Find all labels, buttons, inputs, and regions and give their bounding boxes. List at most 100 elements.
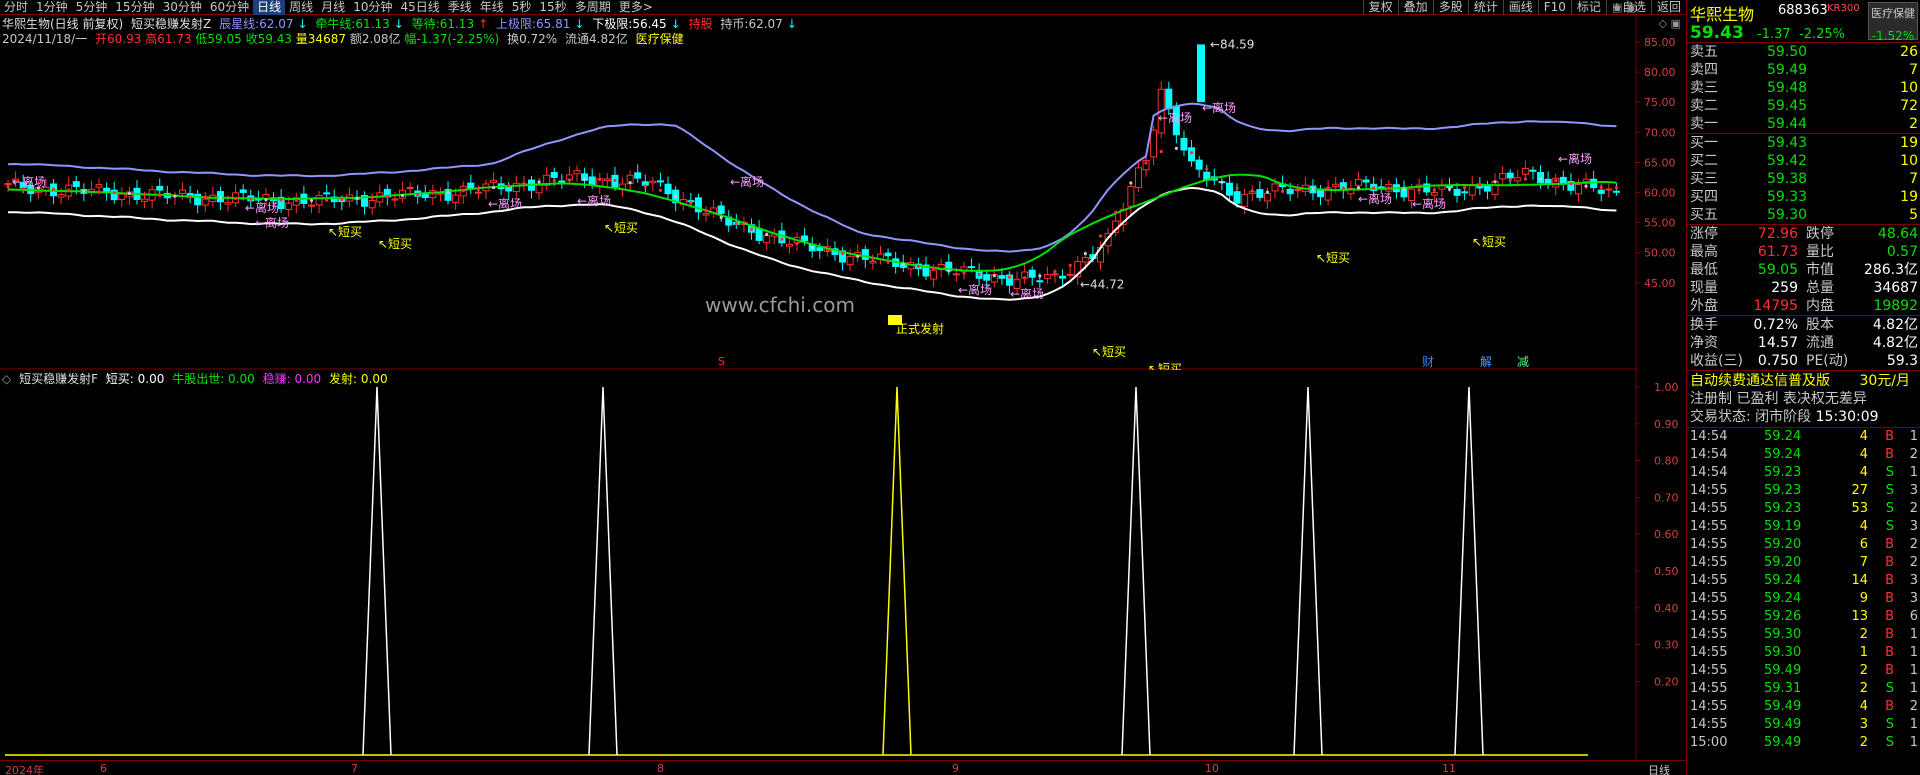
buy-price: 59.42 xyxy=(1767,153,1808,169)
candle-up xyxy=(1574,183,1582,195)
sell-row[interactable]: 卖五 59.50 26 xyxy=(1687,43,1920,61)
candle-down xyxy=(1597,189,1605,194)
sub-indicator-canvas[interactable]: 1.00 0.90 0.80 0.70 0.60 0.50 0.40 0.30 0.20 xyxy=(0,370,1686,760)
max-price-label: ←84.59 xyxy=(1210,37,1254,51)
tool-button-0[interactable]: 复权 xyxy=(1362,0,1398,15)
period-tab-9[interactable]: 10分钟 xyxy=(349,0,396,15)
candle-up xyxy=(763,235,771,244)
tick-side: S xyxy=(1885,519,1894,534)
candle-up xyxy=(4,182,12,185)
xaxis-label: 11 xyxy=(1442,762,1456,775)
ma-dot xyxy=(1614,185,1619,190)
buy-vol: 7 xyxy=(1909,171,1918,187)
signal-bottom: 财 xyxy=(1422,355,1434,369)
tool-button-5[interactable]: F10 xyxy=(1537,0,1571,15)
tool-button-1[interactable]: 叠加 xyxy=(1397,0,1433,15)
sell-row[interactable]: 卖二 59.45 72 xyxy=(1687,97,1920,115)
sell-vol: 72 xyxy=(1900,98,1918,114)
tool-button-8[interactable]: 返回 xyxy=(1650,0,1686,15)
candle-down xyxy=(1286,188,1294,195)
ma-dot xyxy=(1356,186,1361,190)
tick-price: 59.26 xyxy=(1764,609,1802,624)
period-tab-1[interactable]: 1分钟 xyxy=(32,0,72,15)
candle-down xyxy=(1453,188,1461,196)
ma-dot xyxy=(598,177,602,182)
stat-label: 流通 xyxy=(1806,335,1834,351)
tool-button-6[interactable]: 标记 xyxy=(1570,0,1606,15)
ma-dot xyxy=(1326,186,1330,190)
tick-count: 1 xyxy=(1909,627,1918,642)
candle-up xyxy=(315,194,323,206)
buy-row[interactable]: 买四 59.33 19 xyxy=(1687,188,1920,206)
buy-row[interactable]: 买二 59.42 10 xyxy=(1687,152,1920,170)
period-tab-7[interactable]: 周线 xyxy=(285,0,317,15)
label-lichang: ←离场 xyxy=(1358,191,1392,206)
period-tab-10[interactable]: 45日线 xyxy=(396,0,443,15)
candle-down xyxy=(1317,189,1325,198)
sub-indicator-chart[interactable]: ◇ 短买稳赚发射F 短买: 0.00 牛股出世: 0.00 稳赚: 0.00 发… xyxy=(0,370,1686,760)
ma-dot xyxy=(82,189,86,193)
buy-row[interactable]: 买五 59.30 5 xyxy=(1687,206,1920,224)
period-tab-4[interactable]: 30分钟 xyxy=(159,0,206,15)
tick-price: 59.19 xyxy=(1764,519,1802,534)
label-duanmai: ↖短买 xyxy=(1092,345,1126,359)
ma-dot xyxy=(1129,181,1133,185)
promo-box[interactable]: 自动续费通达信普及版 30元/月 注册制 已盈利 表决权无差异 交易状态: 闭市阶… xyxy=(1687,371,1920,428)
sell-label: 卖二 xyxy=(1690,98,1718,114)
period-tab-14[interactable]: 15秒 xyxy=(535,0,570,15)
tick-volume: 2 xyxy=(1859,681,1868,696)
sub-tick-label: 0.40 xyxy=(1654,602,1679,615)
period-tab-13[interactable]: 5秒 xyxy=(508,0,536,15)
tool-button-2[interactable]: 多股 xyxy=(1432,0,1468,15)
buy-row[interactable]: 买三 59.38 7 xyxy=(1687,170,1920,188)
ma-dot xyxy=(1114,210,1118,214)
ma-dot xyxy=(6,184,10,189)
trade-status-label: 交易状态: 闭市阶段 xyxy=(1690,409,1812,425)
candle-down xyxy=(1461,191,1469,194)
period-tab-8[interactable]: 月线 xyxy=(317,0,349,15)
sell-price: 59.48 xyxy=(1767,80,1808,96)
period-tab-16[interactable]: 更多> xyxy=(615,0,657,15)
tick-list[interactable]: 14:54 59.24 4 B 1 14:54 59.24 4 B 2 14:54 59.23 4 S 1 1… xyxy=(1687,428,1920,752)
chart-nav-icons[interactable]: ▣ ▣ xyxy=(1612,1,1636,14)
sub-tick-label: 0.70 xyxy=(1654,491,1679,504)
sub-tick-label: 0.90 xyxy=(1654,418,1679,431)
tool-button-3[interactable]: 统计 xyxy=(1467,0,1503,15)
sell-row[interactable]: 卖一 59.44 2 xyxy=(1687,115,1920,133)
period-tab-11[interactable]: 季线 xyxy=(444,0,476,15)
period-tab-2[interactable]: 5分钟 xyxy=(72,0,112,15)
ma-dot xyxy=(491,186,496,190)
sell-row[interactable]: 卖三 59.48 10 xyxy=(1687,79,1920,97)
period-tab-6[interactable]: 日线 xyxy=(253,0,286,15)
ma-dot xyxy=(689,201,693,205)
stat-value: 59.3 xyxy=(1886,353,1918,369)
ma-dot xyxy=(1098,234,1103,238)
stat-row: 现量 259 总量 34687 xyxy=(1687,279,1920,297)
kline-canvas[interactable]: 85.00 80.00 75.00 70.00 65.00 60.00 55.00 50.00… xyxy=(0,15,1686,370)
tick-volume: 14 xyxy=(1851,573,1868,588)
ma-dot xyxy=(719,215,723,220)
period-tab-15[interactable]: 多周期 xyxy=(571,0,615,15)
tick-side: B xyxy=(1885,609,1894,624)
buy-price: 59.43 xyxy=(1767,135,1808,151)
stat-label: 内盘 xyxy=(1806,298,1834,314)
period-tab-0[interactable]: 分时 xyxy=(0,0,32,15)
period-tab-5[interactable]: 60分钟 xyxy=(206,0,253,15)
tick-volume: 4 xyxy=(1859,519,1868,534)
candles-group xyxy=(4,44,1620,295)
tick-price: 59.23 xyxy=(1764,465,1802,480)
period-tab-12[interactable]: 年线 xyxy=(476,0,508,15)
signal-spike xyxy=(1454,386,1484,756)
main-kline-chart[interactable]: 华熙生物(日线 前复权) 短买稳赚发射Z 辰星线:62.07 ↓ 牵牛线:61.1… xyxy=(0,1,1686,370)
sell-row[interactable]: 卖四 59.49 7 xyxy=(1687,61,1920,79)
tick-time: 14:55 xyxy=(1690,645,1728,660)
ma-dot xyxy=(931,267,936,271)
buy-row[interactable]: 买一 59.43 19 xyxy=(1687,134,1920,152)
price-tick-label: 45.00 xyxy=(1644,277,1676,290)
tool-button-4[interactable]: 画线 xyxy=(1502,0,1538,15)
sector-button[interactable]: 医疗保健 -1.52% xyxy=(1868,2,1918,43)
candle-up xyxy=(1354,178,1362,186)
buy-label: 买五 xyxy=(1690,207,1718,223)
period-tab-3[interactable]: 15分钟 xyxy=(111,0,158,15)
promo-title[interactable]: 自动续费通达信普及版 xyxy=(1690,373,1830,389)
